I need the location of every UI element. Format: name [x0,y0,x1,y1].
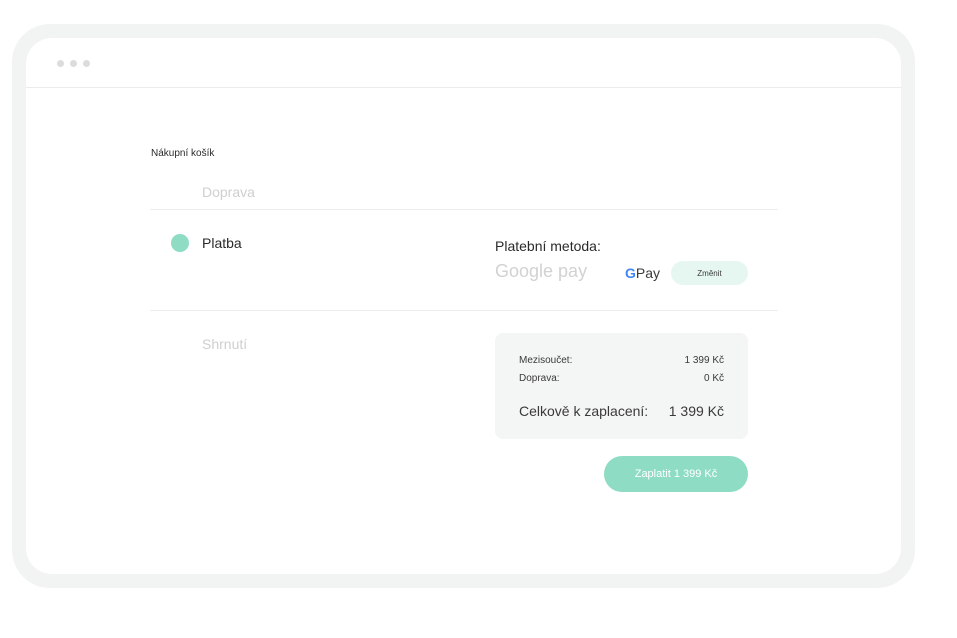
google-g-icon: G [625,265,636,281]
step-summary[interactable]: Shrnutí [202,336,247,352]
shipping-value: 0 Kč [703,373,724,384]
payment-method-value: Google pay [495,261,588,281]
step-divider [150,209,778,210]
payment-method-label: Platební metoda: [495,238,601,254]
subtotal-value: 1 399 Kč [684,355,724,366]
browser-frame: Nákupní košík Doprava Platba Platební me… [12,24,915,588]
google-pay-text: Pay [635,265,661,281]
order-summary: Mezisoučet: 1 399 Kč Doprava: 0 Kč Celko… [495,333,748,439]
active-step-indicator-icon [171,234,189,252]
pay-button[interactable]: Zaplatit 1 399 Kč [604,456,748,492]
step-divider [150,310,778,311]
subtotal-label: Mezisoučet: [519,355,573,366]
google-pay-logo: GPay [625,265,660,281]
change-payment-button[interactable]: Změnit [671,261,748,285]
browser-window: Nákupní košík Doprava Platba Platební me… [26,38,901,574]
window-dot-icon [57,60,64,67]
total-row: Celkově k zaplacení: 1 399 Kč [519,403,724,419]
total-label: Celkově k zaplacení: [519,403,649,419]
shipping-row: Doprava: 0 Kč [519,373,724,384]
window-dot-icon [70,60,77,67]
breadcrumb[interactable]: Nákupní košík [151,148,214,159]
step-payment[interactable]: Platba [202,235,242,251]
window-titlebar [26,38,901,88]
shipping-label: Doprava: [519,373,560,384]
step-shipping[interactable]: Doprava [202,184,255,200]
total-value: 1 399 Kč [668,403,724,419]
subtotal-row: Mezisoučet: 1 399 Kč [519,355,724,366]
window-dot-icon [83,60,90,67]
